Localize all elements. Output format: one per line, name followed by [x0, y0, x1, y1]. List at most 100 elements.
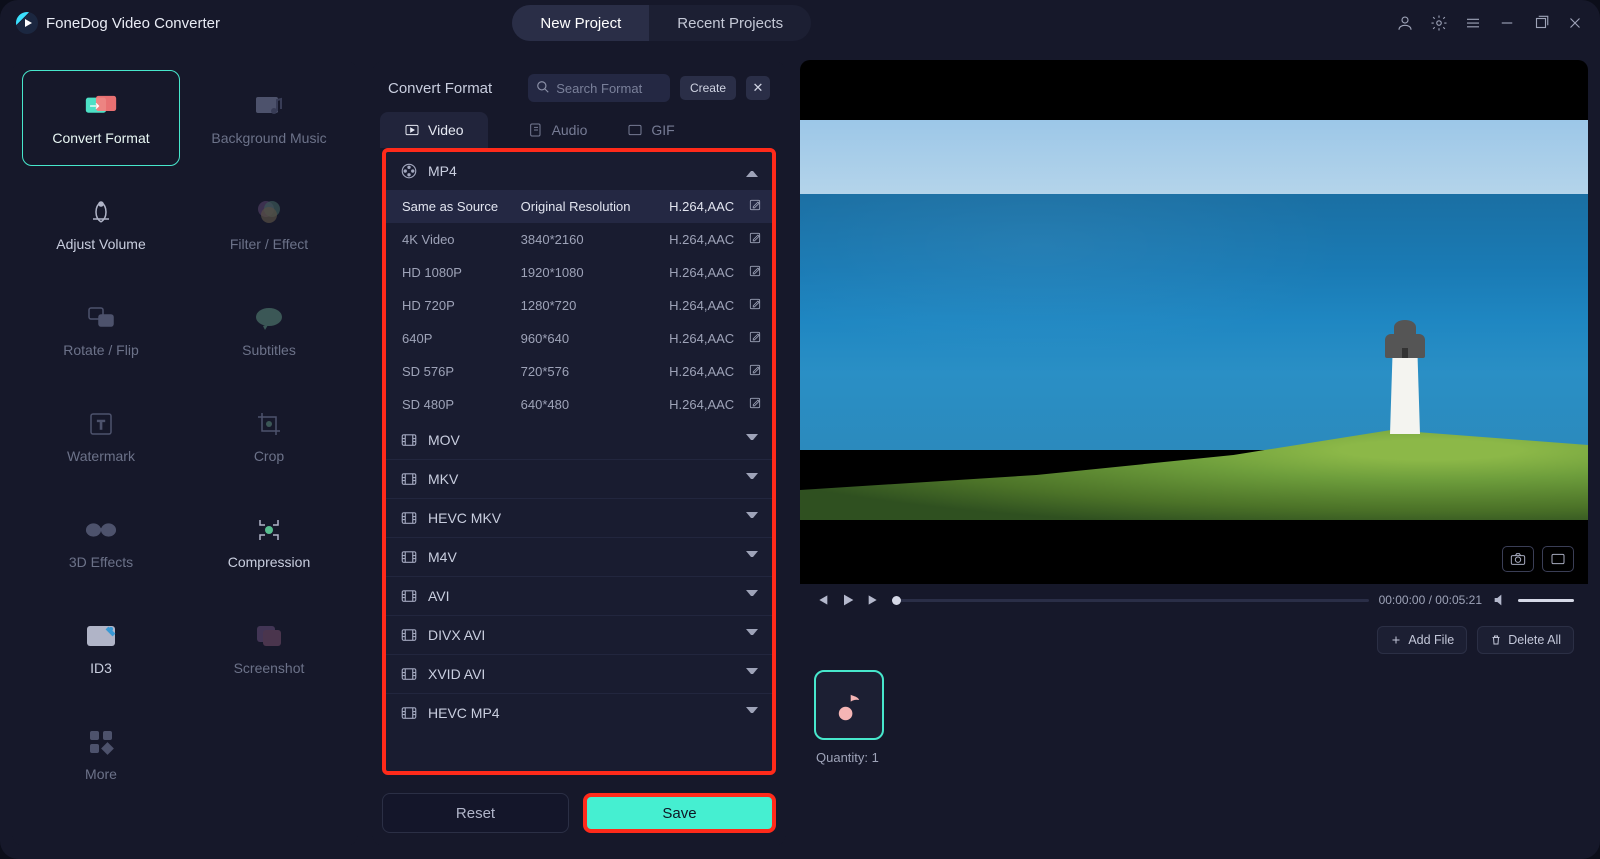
tool-background-music[interactable]: Background Music [190, 70, 348, 166]
timecode: 00:00:00 / 00:05:21 [1379, 593, 1482, 607]
edit-icon[interactable] [748, 396, 762, 410]
tool-label: 3D Effects [69, 554, 133, 570]
subtitles-icon [253, 302, 285, 334]
gear-icon[interactable] [1430, 14, 1448, 32]
delete-all-button[interactable]: Delete All [1477, 626, 1574, 654]
format-row[interactable]: HD 1080P1920*1080H.264,AAC [386, 256, 772, 289]
tool-crop[interactable]: Crop [190, 388, 348, 484]
format-group[interactable]: MKV [386, 459, 772, 498]
id3-icon [85, 620, 117, 652]
chevron-down-icon [746, 434, 758, 446]
tool-watermark[interactable]: T Watermark [22, 388, 180, 484]
menu-icon[interactable] [1464, 14, 1482, 32]
crop-icon [253, 408, 285, 440]
tab-recent-projects[interactable]: Recent Projects [649, 5, 811, 41]
tool-subtitles[interactable]: Subtitles [190, 282, 348, 378]
chevron-up-icon [746, 165, 758, 177]
format-tab-video[interactable]: Video [380, 112, 488, 148]
film-icon [400, 704, 418, 722]
tool-more[interactable]: More [22, 706, 180, 802]
file-thumbnails [800, 654, 1588, 744]
preview-panel: 00:00:00 / 00:05:21 Add File Delete All … [800, 60, 1588, 847]
format-row[interactable]: SD 480P640*480H.264,AAC [386, 388, 772, 421]
fullscreen-button[interactable] [1542, 546, 1574, 572]
music-note-icon [832, 688, 866, 722]
format-group[interactable]: HEVC MKV [386, 498, 772, 537]
volume-slider[interactable] [1518, 599, 1574, 602]
more-icon [85, 726, 117, 758]
logo-icon [16, 12, 38, 34]
reset-button[interactable]: Reset [382, 793, 569, 833]
gif-icon [627, 122, 643, 138]
edit-icon[interactable] [748, 363, 762, 377]
tab-new-project[interactable]: New Project [512, 5, 649, 41]
format-tab-gif[interactable]: GIF [627, 112, 674, 148]
tool-3d-effects[interactable]: 3D Effects [22, 494, 180, 590]
format-table: Same as SourceOriginal ResolutionH.264,A… [386, 190, 772, 421]
format-row[interactable]: Same as SourceOriginal ResolutionH.264,A… [386, 190, 772, 223]
prev-button[interactable] [814, 592, 830, 608]
glasses-icon [85, 514, 117, 546]
minimize-button[interactable] [1498, 14, 1516, 32]
save-button[interactable]: Save [583, 793, 776, 833]
format-group[interactable]: AVI [386, 576, 772, 615]
music-icon [253, 90, 285, 122]
format-group[interactable]: MOV [386, 421, 772, 459]
seek-bar[interactable] [892, 599, 1369, 602]
chevron-down-icon [746, 707, 758, 719]
tool-label: Screenshot [234, 660, 305, 676]
tool-label: Filter / Effect [230, 236, 308, 252]
tool-label: Subtitles [242, 342, 296, 358]
close-window-button[interactable] [1566, 14, 1584, 32]
panel-title: Convert Format [388, 80, 492, 97]
search-icon [536, 80, 550, 94]
format-group[interactable]: HEVC MP4 [386, 693, 772, 732]
format-group-mp4[interactable]: MP4 [386, 152, 772, 190]
audio-icon [528, 122, 544, 138]
tool-label: ID3 [90, 660, 112, 676]
play-button[interactable] [840, 592, 856, 608]
add-file-button[interactable]: Add File [1377, 626, 1467, 654]
format-row[interactable]: SD 576P720*576H.264,AAC [386, 355, 772, 388]
tool-filter-effect[interactable]: Filter / Effect [190, 176, 348, 272]
format-group[interactable]: XVID AVI [386, 654, 772, 693]
format-group[interactable]: M4V [386, 537, 772, 576]
app-title: FoneDog Video Converter [46, 15, 220, 32]
tool-adjust-volume[interactable]: Adjust Volume [22, 176, 180, 272]
edit-icon[interactable] [748, 297, 762, 311]
create-button[interactable]: Create [680, 76, 736, 100]
format-tab-audio[interactable]: Audio [528, 112, 588, 148]
format-panel: Convert Format Create ✕ Video Audio [372, 60, 786, 847]
tool-label: Adjust Volume [56, 236, 146, 252]
tool-label: Rotate / Flip [63, 342, 138, 358]
snapshot-button[interactable] [1502, 546, 1534, 572]
playback-bar: 00:00:00 / 00:05:21 [800, 584, 1588, 616]
edit-icon[interactable] [748, 231, 762, 245]
account-icon[interactable] [1396, 14, 1414, 32]
compression-icon [253, 514, 285, 546]
edit-icon[interactable] [748, 198, 762, 212]
format-group[interactable]: DIVX AVI [386, 615, 772, 654]
video-icon [404, 122, 420, 138]
tool-id3[interactable]: ID3 [22, 600, 180, 696]
convert-icon [85, 90, 117, 122]
tool-rotate-flip[interactable]: Rotate / Flip [22, 282, 180, 378]
edit-icon[interactable] [748, 264, 762, 278]
tool-screenshot[interactable]: Screenshot [190, 600, 348, 696]
close-panel-button[interactable]: ✕ [746, 76, 770, 100]
app-logo: FoneDog Video Converter [16, 12, 220, 34]
tool-convert-format[interactable]: Convert Format [22, 70, 180, 166]
project-tabs: New Project Recent Projects [512, 5, 811, 41]
maximize-button[interactable] [1532, 14, 1550, 32]
format-row[interactable]: 4K Video3840*2160H.264,AAC [386, 223, 772, 256]
file-thumb[interactable] [814, 670, 884, 740]
format-list[interactable]: MP4 Same as SourceOriginal ResolutionH.2… [382, 148, 776, 775]
format-row[interactable]: HD 720P1280*720H.264,AAC [386, 289, 772, 322]
next-button[interactable] [866, 592, 882, 608]
tool-compression[interactable]: Compression [190, 494, 348, 590]
video-preview[interactable] [800, 60, 1588, 584]
format-row[interactable]: 640P960*640H.264,AAC [386, 322, 772, 355]
edit-icon[interactable] [748, 330, 762, 344]
filter-icon [253, 196, 285, 228]
volume-icon[interactable] [1492, 592, 1508, 608]
